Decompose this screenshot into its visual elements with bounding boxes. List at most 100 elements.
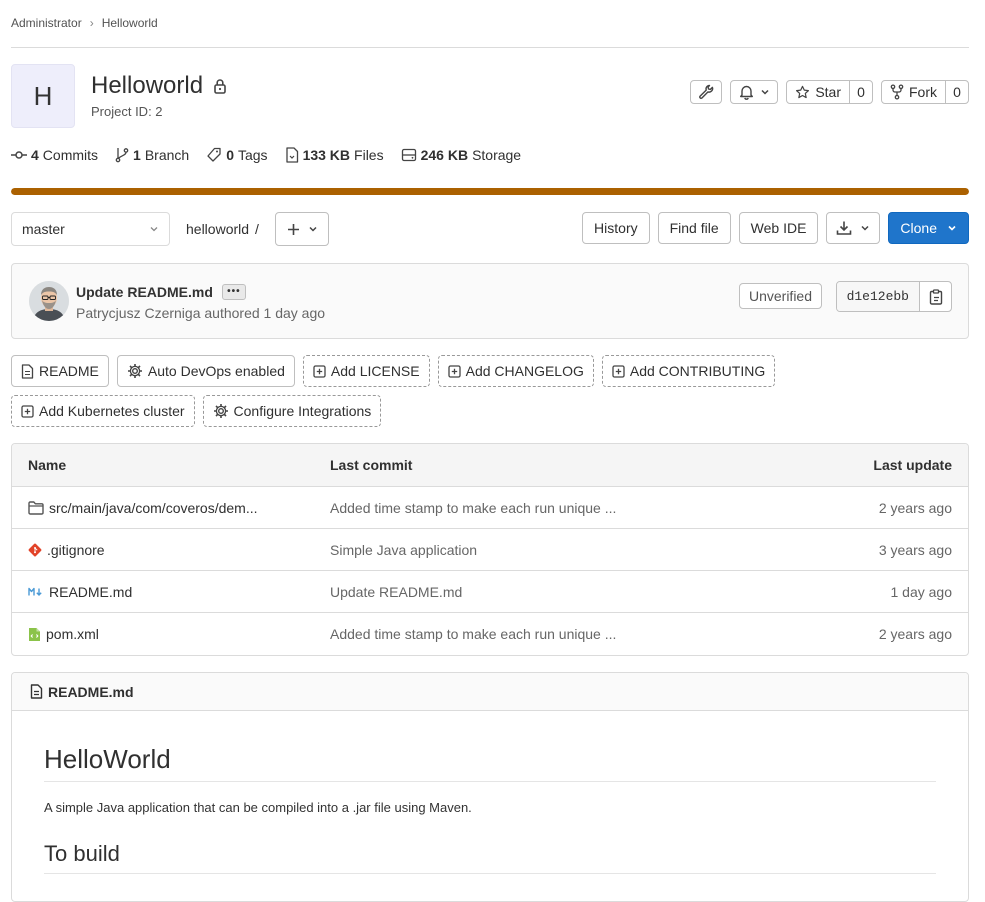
repo-path: helloworld /	[186, 221, 259, 237]
storage-stat[interactable]: 246 KB Storage	[401, 147, 522, 163]
commit-sha-link[interactable]: d1e12ebb	[836, 282, 920, 311]
table-row: pom.xml Added time stamp to make each run…	[12, 613, 968, 655]
storage-usage-fill	[11, 188, 969, 195]
admin-settings-button[interactable]	[690, 80, 723, 104]
fork-icon	[890, 84, 904, 100]
project-button-label: README	[39, 363, 99, 379]
path-separator: /	[255, 221, 259, 237]
last-commit-link[interactable]: Update README.md	[330, 584, 768, 600]
file-name-link[interactable]: .gitignore	[47, 542, 105, 558]
readme-button[interactable]: README	[11, 355, 109, 387]
project-button-label: Auto DevOps enabled	[147, 363, 285, 379]
download-dropdown[interactable]	[826, 212, 881, 244]
toggle-commit-description-button[interactable]: •••	[221, 284, 246, 300]
settings-icon	[213, 403, 229, 419]
files-label: Files	[354, 147, 384, 163]
project-avatar[interactable]: H	[11, 64, 75, 128]
file-name-link[interactable]: src/main/java/com/coveros/dem...	[49, 500, 258, 516]
last-update-time: 3 years ago	[878, 541, 952, 558]
git-icon	[28, 543, 42, 557]
copy-sha-button[interactable]	[920, 282, 951, 311]
markdown-icon	[28, 586, 44, 598]
table-row: src/main/java/com/coveros/dem... Added ti…	[12, 487, 968, 529]
star-count[interactable]: 0	[850, 81, 872, 103]
storage-size: 246 KB	[420, 147, 469, 163]
branches-stat[interactable]: 1 Branch	[115, 147, 189, 163]
author-avatar[interactable]	[29, 281, 69, 321]
lock-icon	[213, 78, 227, 94]
tags-stat[interactable]: 0 Tags	[206, 147, 268, 163]
add-license-button[interactable]: Add LICENSE	[302, 355, 430, 387]
file-name-cell: .gitignore	[12, 542, 330, 558]
notification-dropdown[interactable]	[730, 80, 779, 104]
add-contributing-button[interactable]: Add CONTRIBUTING	[601, 355, 776, 387]
branch-name: master	[22, 221, 65, 237]
commit-author-line: Patrycjusz Czerniga authored 1 day ago	[76, 305, 326, 321]
add-to-tree-dropdown[interactable]	[275, 212, 329, 246]
chevron-down-icon	[860, 223, 870, 233]
last-commit-link[interactable]: Added time stamp to make each run unique…	[330, 500, 768, 516]
last-commit-link[interactable]: Simple Java application	[330, 542, 768, 558]
file-name-link[interactable]: README.md	[49, 584, 132, 600]
auto-devops-button[interactable]: Auto DevOps enabled	[116, 355, 295, 387]
tags-count: 0	[226, 147, 234, 163]
web-ide-button[interactable]: Web IDE	[738, 212, 819, 244]
plus-square-icon	[313, 364, 326, 378]
configure-integrations-button[interactable]: Configure Integrations	[202, 395, 382, 427]
clone-dropdown[interactable]: Clone	[888, 212, 969, 244]
chevron-down-icon	[149, 224, 159, 234]
readme-header: README.md	[12, 673, 968, 711]
clipboard-icon	[929, 288, 943, 305]
fork-button[interactable]: Fork	[882, 81, 946, 103]
project-button-label: Add CONTRIBUTING	[629, 363, 766, 379]
files-stat[interactable]: 133 KB Files	[285, 147, 384, 163]
fork-count[interactable]: 0	[946, 81, 968, 103]
project-stats: 4 Commits 1 Branch 0 Tags 133 KB Files 2…	[11, 147, 521, 163]
commit-title-row: Update README.md •••	[76, 284, 246, 300]
signature-badge[interactable]: Unverified	[738, 283, 822, 309]
readme-heading: HelloWorld	[44, 744, 936, 782]
storage-usage-bar	[11, 188, 969, 195]
star-button-group: Star 0	[786, 80, 873, 104]
disk-icon	[401, 147, 417, 163]
star-label: Star	[815, 84, 841, 100]
readme-content: HelloWorld A simple Java application tha…	[12, 711, 968, 874]
branch-selector[interactable]: master	[11, 212, 170, 246]
breadcrumb-current-link[interactable]: Helloworld	[102, 16, 158, 30]
commits-stat[interactable]: 4 Commits	[11, 147, 98, 163]
history-button[interactable]: History	[582, 212, 650, 244]
readme-panel: README.md HelloWorld A simple Java appli…	[11, 672, 969, 902]
chevron-down-icon	[947, 223, 957, 233]
readme-file-link[interactable]: README.md	[48, 684, 134, 700]
commit-icon	[11, 147, 27, 163]
plus-square-icon	[21, 404, 34, 418]
project-title: Helloworld	[91, 72, 227, 100]
commits-label: Commits	[42, 147, 99, 163]
fork-label: Fork	[909, 84, 937, 100]
table-body: src/main/java/com/coveros/dem... Added ti…	[12, 487, 968, 655]
bell-icon	[739, 84, 754, 100]
last-commit-link[interactable]: Added time stamp to make each run unique…	[330, 626, 768, 642]
find-file-button[interactable]: Find file	[657, 212, 731, 244]
storage-label: Storage	[472, 147, 522, 163]
file-name-link[interactable]: pom.xml	[46, 626, 99, 642]
commits-count: 4	[31, 147, 39, 163]
star-icon	[795, 85, 810, 100]
path-root-link[interactable]: helloworld	[186, 221, 249, 237]
last-commit-panel: Update README.md ••• Patrycjusz Czerniga…	[11, 263, 969, 339]
branches-count: 1	[133, 147, 141, 163]
project-button-label: Add Kubernetes cluster	[39, 403, 185, 419]
breadcrumb-parent-link[interactable]: Administrator	[11, 16, 82, 30]
project-header-actions: Star 0 Fork 0	[690, 80, 969, 104]
breadcrumb: Administrator › Helloworld	[11, 16, 158, 30]
file-name-cell: pom.xml	[12, 626, 330, 642]
add-changelog-button[interactable]: Add CHANGELOG	[437, 355, 594, 387]
add-kubernetes-button[interactable]: Add Kubernetes cluster	[11, 395, 195, 427]
project-name: Helloworld	[91, 72, 204, 99]
star-button[interactable]: Star	[787, 81, 850, 103]
breadcrumb-separator: ›	[89, 16, 94, 30]
plus-square-icon	[612, 364, 625, 378]
last-update-time: 2 years ago	[878, 499, 952, 516]
files-size: 133 KB	[302, 147, 351, 163]
commit-title-link[interactable]: Update README.md	[76, 284, 213, 300]
